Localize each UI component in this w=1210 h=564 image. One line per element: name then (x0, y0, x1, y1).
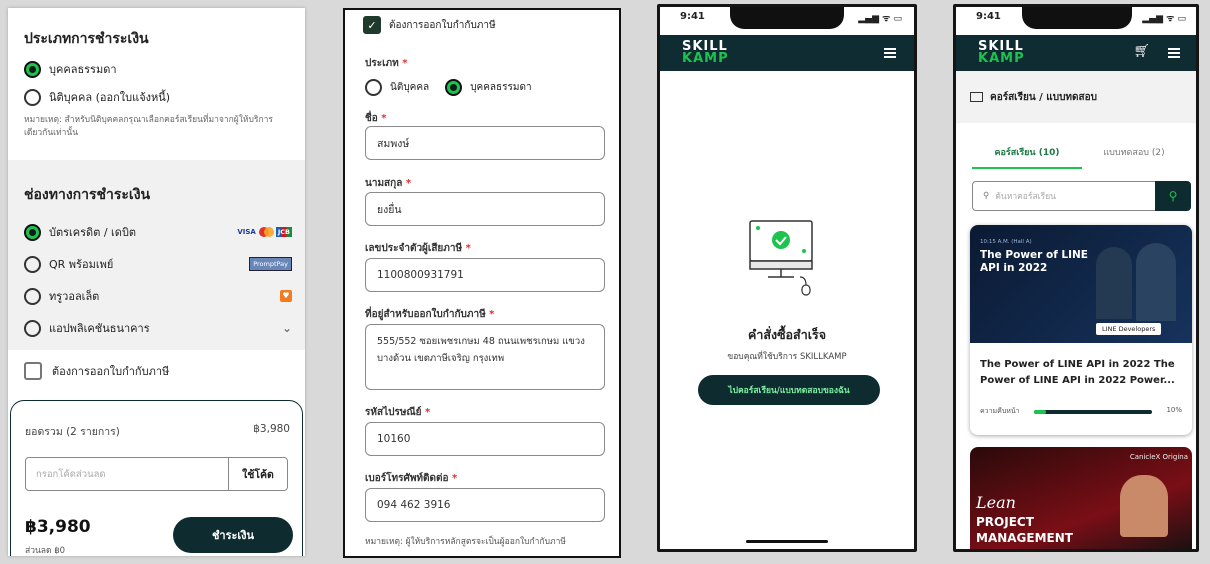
radio-person[interactable]: บุคคลธรรมดา (445, 76, 532, 98)
apply-code-button[interactable]: ใช้โค้ด (228, 457, 288, 491)
radio-selected-icon (24, 223, 41, 241)
order-success-screen: 9:41 ▂▄▆ ᯤ ▭ SKILL KAMP คำสั่งซื้อสำเร็จ … (657, 4, 917, 552)
pay-button[interactable]: ชำระเงิน (173, 517, 293, 553)
radio-empty-icon (365, 78, 382, 96)
radio-selected-icon (445, 78, 463, 96)
go-to-courses-button[interactable]: ไปคอร์สเรียน/แบบทดสอบของฉัน (698, 375, 880, 405)
radio-empty-icon (24, 319, 41, 337)
last-name-label: นามสกุล * (365, 178, 412, 189)
first-name-label: ชื่อ * (365, 113, 387, 124)
grand-total: ฿3,980 (25, 517, 91, 537)
home-indicator (746, 540, 828, 543)
phone-notch (730, 7, 844, 29)
method-truemoney[interactable]: ทรูวอลเล็ต ♥ (24, 280, 292, 312)
checkbox-icon[interactable] (24, 362, 42, 380)
success-subtitle: ขอบคุณที่ใช้บริการ SKILLKAMP (727, 352, 847, 362)
discount-input[interactable]: กรอกโค้ดส่วนลด (25, 457, 229, 491)
first-name-field[interactable]: สมพงษ์ (365, 126, 605, 160)
search-button[interactable]: ⚲ (1155, 181, 1191, 211)
customer-type-group: บุคคลธรรมดา นิติบุคคล (ออกใบแจ้งหนี้) หม… (24, 58, 294, 140)
method-card[interactable]: บัตรเครดิต / เดบิต VISA JCB (24, 216, 292, 248)
progress-fill (1034, 410, 1046, 414)
line-developers-badge: LINE Developers (1096, 323, 1162, 335)
my-courses-screen: 9:41 ▂▄▆ ᯤ ▭ SKILL KAMP 🛒︎ คอร์สเรียน / แ… (953, 4, 1199, 552)
status-time: 9:41 (680, 11, 705, 22)
order-summary: ยอดรวม (2 รายการ) ฿3,980 กรอกโค้ดส่วนลด … (10, 400, 303, 556)
tax-invoice-row[interactable]: ต้องการออกใบกำกับภาษี (24, 362, 169, 380)
phone-label: เบอร์โทรศัพท์ติดต่อ * (365, 473, 458, 484)
radio-empty-icon (24, 88, 41, 106)
card-brands-icon: VISA JCB (237, 227, 292, 237)
chevron-down-icon[interactable]: ⌄ (282, 321, 292, 335)
checkbox-checked-icon[interactable]: ✓ (363, 16, 381, 34)
company-note: หมายเหตุ: สำหรับนิติบุคคลกรุณาเลือกคอร์ส… (24, 115, 273, 138)
phone-field[interactable]: 094 462 3916 (365, 488, 605, 522)
address-label: ที่อยู่สำหรับออกใบกำกับภาษี * (365, 309, 495, 320)
customer-type-title: ประเภทการชำระเงิน (24, 31, 149, 47)
radio-empty-icon (24, 255, 41, 273)
breadcrumb: คอร์สเรียน / แบบทดสอบ (956, 71, 1196, 123)
course-card-1[interactable]: 10:15 A.M. (Hall A) The Power of LINE AP… (970, 225, 1192, 435)
instructor-photo (1120, 475, 1168, 537)
tab-tests[interactable]: แบบทดสอบ (2) (1084, 145, 1184, 159)
tax-invoice-form: ✓ ต้องการออกใบกำกับภาษี ประเภท * นิติบุค… (343, 8, 621, 558)
status-time: 9:41 (976, 11, 1001, 22)
promptpay-icon: PromptPay (249, 257, 292, 271)
total-value: ฿3,980 (253, 423, 290, 435)
speaker-photo (1136, 243, 1176, 321)
truemoney-icon: ♥ (280, 290, 292, 302)
course-search-input[interactable]: ⚲ ค้นหาคอร์สเรียน (972, 181, 1156, 211)
type-label: ประเภท * (365, 58, 408, 69)
tax-invoice-checkbox-row[interactable]: ✓ ต้องการออกใบกำกับภาษี (363, 16, 496, 34)
checkout-screen: ประเภทการชำระเงิน บุคคลธรรมดา นิติบุคคล … (8, 8, 305, 556)
type-radio-group: นิติบุคคล บุคคลธรรมดา (365, 76, 532, 98)
payment-method-list: บัตรเครดิต / เดบิต VISA JCB QR พร้อมเพย์… (24, 216, 292, 344)
menu-icon[interactable] (1168, 48, 1180, 58)
status-icons: ▂▄▆ ᯤ ▭ (1142, 14, 1186, 24)
skillkamp-logo[interactable]: SKILL KAMP (978, 40, 1025, 65)
phone-notch (1022, 7, 1132, 29)
method-banking-app[interactable]: แอปพลิเคชันธนาคาร ⌄ (24, 312, 292, 344)
radio-empty-icon (24, 287, 41, 305)
address-field[interactable]: 555/552 ซอยเพชรเกษม 48 ถนนเพชรเกษม แขวงบ… (365, 324, 605, 390)
payment-methods-section: ช่องทางการชำระเงิน บัตรเครดิต / เดบิต VI… (8, 160, 305, 350)
zip-field[interactable]: 10160 (365, 422, 605, 456)
last-name-field[interactable]: ยงยื่น (365, 192, 605, 226)
cart-icon[interactable]: 🛒︎ (1133, 44, 1150, 59)
app-header: SKILL KAMP 🛒︎ (956, 35, 1196, 71)
menu-icon[interactable] (884, 48, 896, 58)
method-promptpay[interactable]: QR พร้อมเพย์ PromptPay (24, 248, 292, 280)
radio-company[interactable]: นิติบุคคล (365, 76, 429, 98)
radio-selected-icon (24, 60, 41, 78)
total-label: ยอดรวม (2 รายการ) (25, 426, 120, 438)
progress-label: ความคืบหน้า (980, 407, 1020, 415)
tax-id-label: เลขประจำตัวผู้เสียภาษี * (365, 243, 471, 254)
skillkamp-logo[interactable]: SKILL KAMP (682, 40, 729, 65)
success-illustration-icon (749, 220, 813, 296)
speaker-photo (1096, 247, 1132, 319)
discount-line: ส่วนลด ฿0 (25, 546, 66, 556)
app-header: SKILL KAMP (660, 35, 914, 71)
footnote: หมายเหตุ: ผู้ให้บริการหลักสูตรจะเป็นผู้อ… (365, 537, 566, 547)
payment-title: ช่องทางการชำระเงิน (24, 187, 151, 203)
tax-id-field[interactable]: 1100800931791 (365, 258, 605, 292)
radio-person[interactable]: บุคคลธรรมดา (24, 58, 294, 80)
tab-courses[interactable]: คอร์สเรียน (10) (972, 145, 1082, 169)
success-title: คำสั่งซื้อสำเร็จ (747, 327, 827, 342)
course-banner: 10:15 A.M. (Hall A) The Power of LINE AP… (970, 225, 1192, 343)
search-icon: ⚲ (983, 191, 990, 201)
radio-company[interactable]: นิติบุคคล (ออกใบแจ้งหนี้) (24, 86, 294, 108)
course-title: The Power of LINE API in 2022 The Power … (980, 359, 1175, 386)
zip-label: รหัสไปรษณีย์ * (365, 407, 431, 418)
mastercard-icon (258, 227, 274, 237)
progress-track (1034, 410, 1152, 414)
status-icons: ▂▄▆ ᯤ ▭ (858, 14, 902, 24)
monitor-icon (970, 92, 983, 102)
progress-percent: 10% (1166, 406, 1182, 414)
course-card-2[interactable]: CanicleX Origina Lean PROJECT MANAGEMENT (970, 447, 1192, 549)
